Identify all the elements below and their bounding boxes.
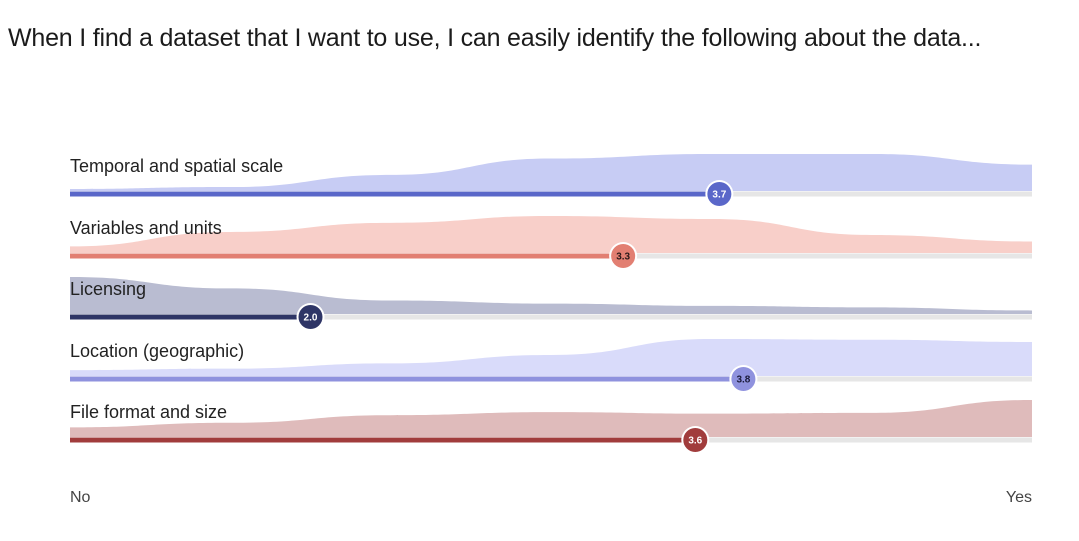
axis-label-yes: Yes	[1006, 489, 1032, 506]
row-label: Location (geographic)	[70, 341, 244, 361]
value-bar	[70, 191, 720, 197]
chart-rows: Temporal and spatial scale 3.7 Variables a…	[70, 154, 1032, 454]
row-file-format-and-size: File format and size 3.6	[70, 400, 1032, 454]
ridgeline-chart: Temporal and spatial scale 3.7 Variables a…	[70, 154, 1032, 506]
row-licensing: Licensing 2.0	[70, 277, 1032, 331]
distribution-area	[70, 277, 1032, 315]
value-bar	[70, 253, 624, 259]
row-label: Variables and units	[70, 218, 222, 238]
row-label: Temporal and spatial scale	[70, 156, 283, 176]
value-bar	[70, 314, 311, 320]
value-bar	[70, 376, 744, 382]
value-label: 3.7	[712, 190, 726, 201]
axis-label-no: No	[70, 489, 91, 506]
row-location-geographic: Location (geographic) 3.8	[70, 339, 1032, 393]
row-variables-and-units: Variables and units 3.3	[70, 216, 1032, 270]
value-label: 3.8	[736, 375, 750, 386]
value-label: 3.6	[688, 436, 702, 447]
row-label: File format and size	[70, 402, 227, 422]
value-bar	[70, 437, 696, 443]
row-label: Licensing	[70, 279, 146, 299]
value-label: 3.3	[616, 252, 630, 263]
row-temporal-and-spatial-scale: Temporal and spatial scale 3.7	[70, 154, 1032, 208]
value-label: 2.0	[304, 313, 318, 324]
